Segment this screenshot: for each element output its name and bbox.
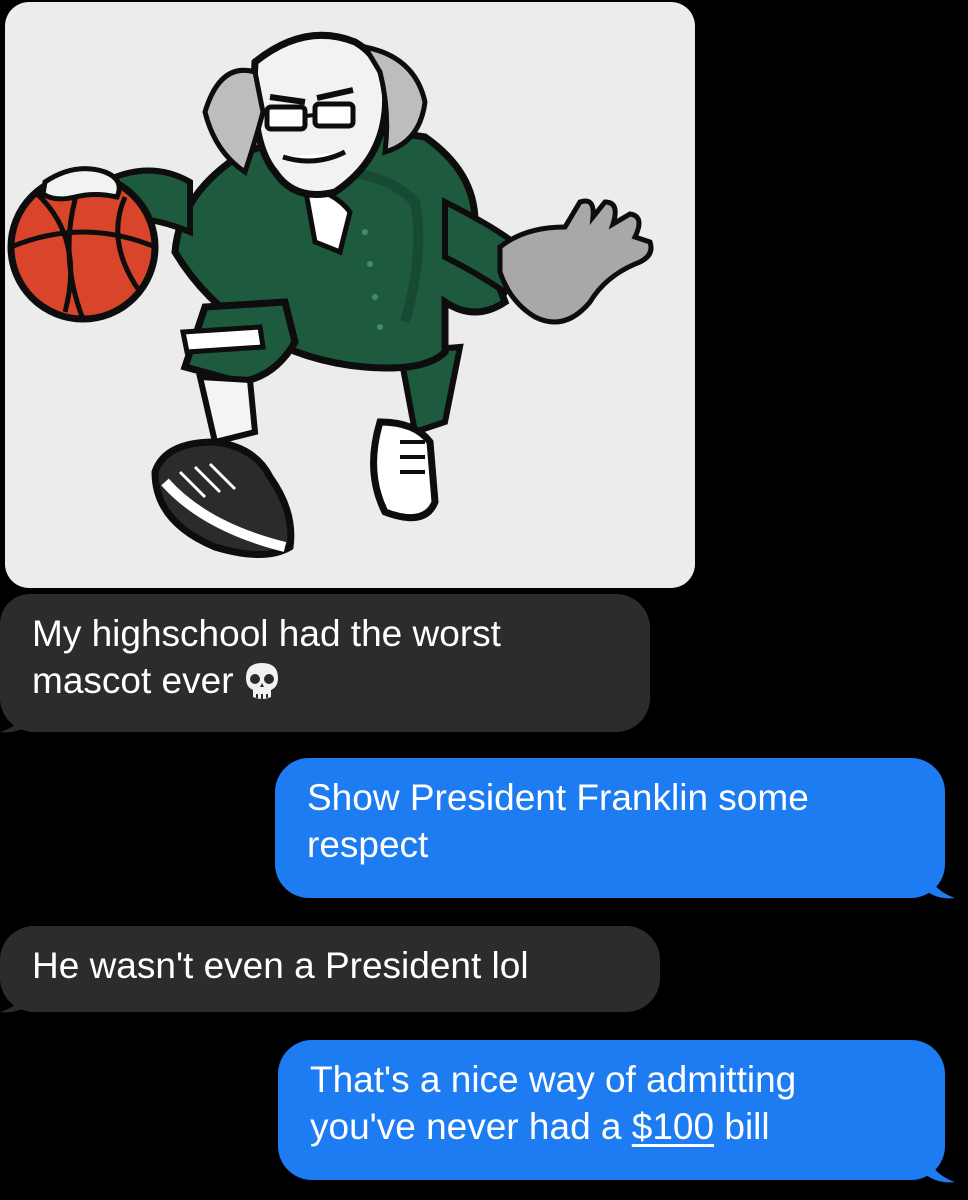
received-message[interactable]: He wasn't even a President lol (0, 926, 660, 1012)
received-bubble-tail (0, 982, 30, 1013)
message-line-2: mascot ever (32, 657, 618, 712)
sent-bubble-tail (925, 1150, 955, 1183)
money-link[interactable]: $100 (632, 1106, 714, 1147)
received-bubble-tail (0, 702, 30, 733)
message-line-1: My highschool had the worst (32, 613, 501, 654)
message-line-1: Show President Franklin some (307, 777, 809, 818)
sent-bubble-tail (925, 866, 955, 899)
message-line-2: respect (307, 824, 429, 865)
sent-message[interactable]: Show President Franklin some respect (275, 758, 945, 898)
message-line-1: He wasn't even a President lol (32, 945, 529, 986)
skull-icon (244, 661, 280, 712)
message-line-1: That's a nice way of admitting (310, 1059, 797, 1100)
mascot-image-message[interactable] (5, 2, 695, 588)
sent-message[interactable]: That's a nice way of admitting you've ne… (278, 1040, 945, 1180)
received-message[interactable]: My highschool had the worst mascot ever (0, 594, 650, 732)
message-line-2: you've never had a $100 bill (310, 1106, 770, 1147)
franklin-mascot-illustration (7, 31, 654, 558)
